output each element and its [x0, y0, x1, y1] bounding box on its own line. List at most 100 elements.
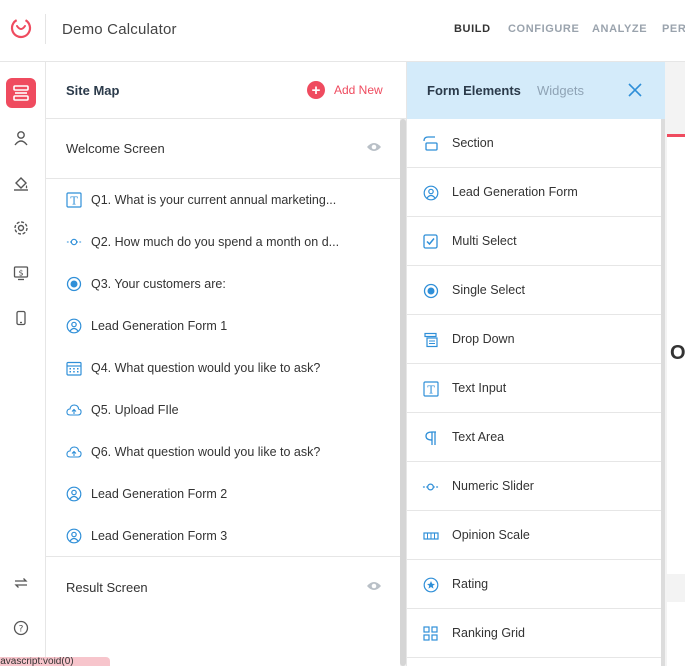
site-map-header: Site Map + Add New	[46, 62, 406, 119]
list-item-label: Q1. What is your current annual marketin…	[91, 193, 337, 207]
builder-button[interactable]	[6, 78, 36, 108]
paint-bucket-icon	[14, 177, 28, 191]
design-button[interactable]	[6, 168, 36, 198]
sync-button[interactable]	[6, 568, 36, 598]
lead-form-icon	[66, 318, 82, 334]
status-link-text: javascript:void(0)	[0, 657, 74, 666]
list-item-label: Lead Generation Form 2	[91, 487, 228, 501]
svg-text:T: T	[70, 195, 78, 208]
form-elements-panel: Form Elements Widgets Section Lead Gener…	[406, 62, 666, 666]
single-select-icon	[66, 276, 82, 292]
form-element-numeric-slider[interactable]: Numeric Slider	[407, 462, 661, 511]
nav-configure[interactable]: CONFIGURE	[508, 23, 579, 35]
list-item[interactable]: Lead Generation Form 1	[46, 305, 400, 347]
form-element-label: Lead Generation Form	[452, 185, 578, 199]
form-elements-header: Form Elements Widgets	[407, 62, 666, 119]
list-item[interactable]: Lead Generation Form 3	[46, 515, 400, 557]
form-element-lead-generation-form[interactable]: Lead Generation Form	[407, 168, 661, 217]
app-title: Demo Calculator	[62, 21, 177, 38]
numeric-slider-icon	[422, 478, 439, 495]
svg-text:?: ?	[19, 625, 24, 635]
audience-button[interactable]	[6, 123, 36, 153]
nav-build[interactable]: BUILD	[454, 23, 491, 35]
form-element-label: Single Select	[452, 283, 525, 297]
lead-form-icon	[66, 486, 82, 502]
nav-perf[interactable]: PERI	[662, 23, 685, 35]
lead-form-icon	[422, 184, 439, 201]
form-element-label: Text Area	[452, 430, 505, 444]
list-item-label: Q3. Your customers are:	[91, 277, 226, 291]
plus-icon: +	[307, 81, 325, 99]
form-element-text-area[interactable]: Text Area	[407, 413, 661, 462]
close-icon[interactable]	[627, 82, 643, 98]
multi-select-icon	[422, 233, 439, 250]
preview-card[interactable]	[667, 602, 685, 666]
form-element-label: Numeric Slider	[452, 479, 534, 493]
upload-icon	[66, 402, 82, 418]
list-item-label: Lead Generation Form 1	[91, 319, 228, 333]
form-element-text-input[interactable]: T Text Input	[407, 364, 661, 413]
app-logo-icon[interactable]	[9, 16, 33, 40]
calendar-icon	[66, 360, 82, 376]
opinion-scale-icon	[422, 527, 439, 544]
list-item[interactable]: T Q1. What is your current annual market…	[46, 179, 400, 221]
form-element-opinion-scale[interactable]: Opinion Scale	[407, 511, 661, 560]
single-select-icon	[422, 282, 439, 299]
form-element-ranking-grid[interactable]: Ranking Grid	[407, 609, 661, 658]
form-element-single-select[interactable]: Single Select	[407, 266, 661, 315]
nav-analyze[interactable]: ANALYZE	[592, 23, 647, 35]
header-divider	[45, 14, 46, 44]
form-element-label: Ranking Grid	[452, 626, 525, 640]
form-element-label: Drop Down	[452, 332, 515, 346]
upload-icon	[66, 444, 82, 460]
help-button[interactable]: ?	[6, 613, 36, 643]
form-element-rating[interactable]: Rating	[407, 560, 661, 609]
form-element-multi-select[interactable]: Multi Select	[407, 217, 661, 266]
list-item[interactable]: Q3. Your customers are:	[46, 263, 400, 305]
tab-widgets[interactable]: Widgets	[537, 83, 584, 98]
rating-icon	[422, 576, 439, 593]
site-map-title: Site Map	[66, 83, 120, 98]
dollar-screen-icon: $	[13, 266, 29, 281]
list-item[interactable]: Q2. How much do you spend a month on d..…	[46, 221, 400, 263]
text-input-icon: T	[422, 380, 439, 397]
ranking-grid-icon	[422, 625, 439, 642]
icon-rail: $ ?	[0, 62, 46, 666]
eye-icon[interactable]	[366, 141, 382, 153]
tab-form-elements[interactable]: Form Elements	[427, 83, 521, 98]
user-icon	[14, 131, 28, 146]
canvas-preview: O	[665, 62, 685, 666]
preview-card[interactable]: O	[667, 134, 685, 574]
builder-icon	[13, 85, 29, 101]
mobile-icon	[16, 310, 26, 326]
settings-button[interactable]	[6, 213, 36, 243]
pricing-button[interactable]: $	[6, 258, 36, 288]
list-item-label: Lead Generation Form 3	[91, 529, 228, 543]
mobile-preview-button[interactable]	[6, 303, 36, 333]
form-element-section[interactable]: Section	[407, 119, 661, 168]
preview-heading: O	[670, 342, 685, 364]
list-item-label: Q6. What question would you like to ask?	[91, 445, 321, 459]
result-screen-label: Result Screen	[66, 580, 148, 595]
form-element-label: Multi Select	[452, 234, 517, 248]
welcome-screen-item[interactable]: Welcome Screen	[46, 119, 400, 179]
add-new-button[interactable]: + Add New	[307, 81, 383, 99]
add-new-label: Add New	[334, 83, 383, 97]
list-item[interactable]: Q5. Upload FIle	[46, 389, 400, 431]
eye-icon[interactable]	[366, 580, 382, 592]
form-element-drop-down[interactable]: Drop Down	[407, 315, 661, 364]
list-item[interactable]: Q6. What question would you like to ask?	[46, 431, 400, 473]
list-item-label: Q5. Upload FIle	[91, 403, 179, 417]
help-icon: ?	[13, 620, 29, 636]
top-bar: Demo Calculator BUILD CONFIGURE ANALYZE …	[0, 0, 685, 62]
result-screen-item[interactable]: Result Screen	[46, 556, 400, 616]
list-item-label: Q4. What question would you like to ask?	[91, 361, 321, 375]
form-element-label: Section	[452, 136, 494, 150]
gear-icon	[14, 221, 28, 235]
site-map-panel: Site Map + Add New Welcome Screen T Q1. …	[46, 62, 406, 666]
svg-text:$: $	[18, 269, 23, 278]
section-icon	[422, 135, 439, 152]
list-item[interactable]: Q4. What question would you like to ask?	[46, 347, 400, 389]
list-item[interactable]: Lead Generation Form 2	[46, 473, 400, 515]
text-area-icon	[422, 429, 439, 446]
